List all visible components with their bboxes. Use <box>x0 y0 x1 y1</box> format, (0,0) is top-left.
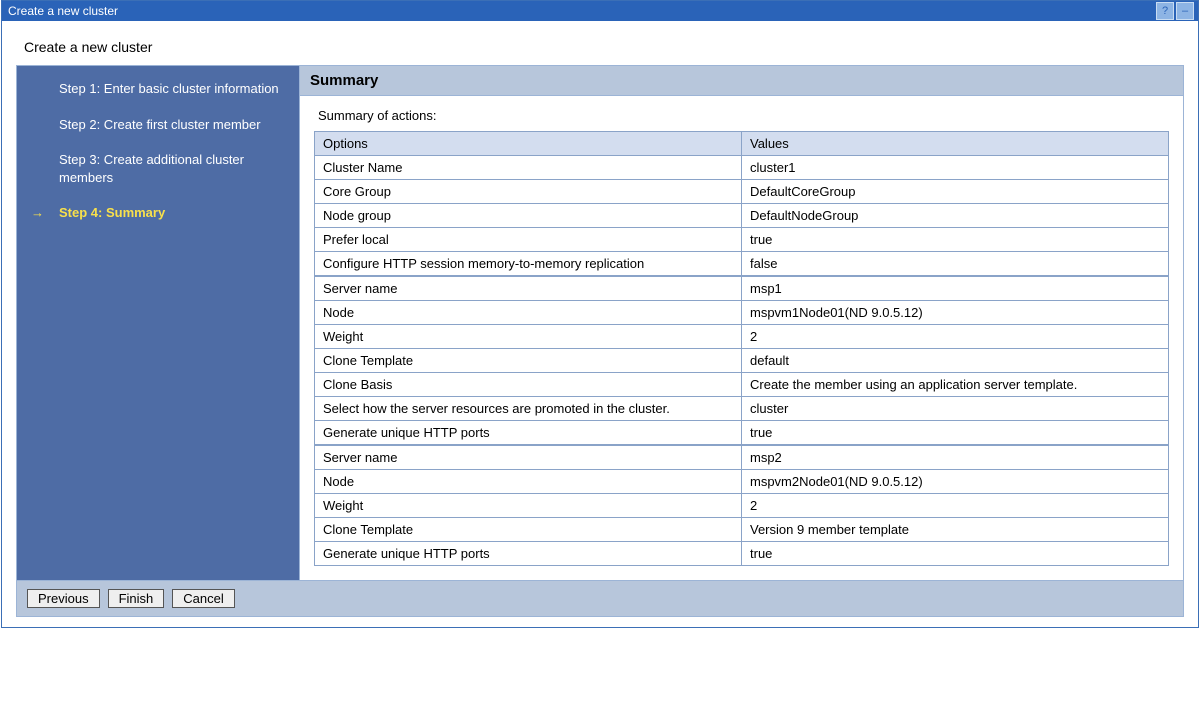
table-header-row: Options Values <box>315 132 1169 156</box>
wizard-steps-sidebar: Step 1: Enter basic cluster information S… <box>17 66 299 580</box>
cell-value: mspvm1Node01(ND 9.0.5.12) <box>742 301 1169 325</box>
cell-value: mspvm2Node01(ND 9.0.5.12) <box>742 470 1169 494</box>
table-row: Generate unique HTTP portstrue <box>315 421 1169 446</box>
wizard-step-label: Step 3: Create additional cluster member… <box>59 152 244 185</box>
cell-option: Weight <box>315 325 742 349</box>
table-row: Prefer localtrue <box>315 228 1169 252</box>
cell-option: Prefer local <box>315 228 742 252</box>
wizard-step-label: Step 4: Summary <box>59 205 165 220</box>
cancel-button[interactable]: Cancel <box>172 589 234 608</box>
cell-value: 2 <box>742 494 1169 518</box>
previous-button[interactable]: Previous <box>27 589 100 608</box>
table-row: Server namemsp1 <box>315 276 1169 301</box>
table-row: Nodemspvm1Node01(ND 9.0.5.12) <box>315 301 1169 325</box>
wizard-main-panel: Summary Summary of actions: Options Valu… <box>299 66 1183 580</box>
summary-subheading: Summary of actions: <box>318 108 1169 123</box>
cell-option: Generate unique HTTP ports <box>315 542 742 566</box>
cell-option: Clone Template <box>315 349 742 373</box>
title-bar-controls: ? – <box>1156 2 1194 20</box>
table-row: Clone BasisCreate the member using an ap… <box>315 373 1169 397</box>
cell-option: Select how the server resources are prom… <box>315 397 742 421</box>
cell-option: Clone Basis <box>315 373 742 397</box>
title-bar: Create a new cluster ? – <box>2 1 1198 21</box>
table-row: Cluster Namecluster1 <box>315 156 1169 180</box>
table-row: Clone Templatedefault <box>315 349 1169 373</box>
cell-value: msp1 <box>742 276 1169 301</box>
cell-option: Weight <box>315 494 742 518</box>
wizard-step-1[interactable]: Step 1: Enter basic cluster information <box>31 80 281 98</box>
window-frame: Create a new cluster ? – Create a new cl… <box>1 0 1199 628</box>
cell-value: msp2 <box>742 445 1169 470</box>
column-header-options: Options <box>315 132 742 156</box>
window-title: Create a new cluster <box>8 1 118 21</box>
table-row: Weight2 <box>315 494 1169 518</box>
cell-value: 2 <box>742 325 1169 349</box>
table-row: Select how the server resources are prom… <box>315 397 1169 421</box>
cell-option: Configure HTTP session memory-to-memory … <box>315 252 742 277</box>
cell-value: default <box>742 349 1169 373</box>
wizard-step-label: Step 1: Enter basic cluster information <box>59 81 279 96</box>
panel-body: Summary of actions: Options Values Clust… <box>300 96 1183 580</box>
wizard-step-4: → Step 4: Summary <box>31 204 281 222</box>
cell-option: Server name <box>315 276 742 301</box>
cell-value: cluster1 <box>742 156 1169 180</box>
wizard-step-2[interactable]: Step 2: Create first cluster member <box>31 116 281 134</box>
cell-option: Cluster Name <box>315 156 742 180</box>
current-step-arrow-icon: → <box>31 204 44 222</box>
cell-value: Version 9 member template <box>742 518 1169 542</box>
cell-value: true <box>742 542 1169 566</box>
wizard-button-bar: Previous Finish Cancel <box>17 580 1183 616</box>
cell-option: Server name <box>315 445 742 470</box>
cell-option: Core Group <box>315 180 742 204</box>
wizard-container: Step 1: Enter basic cluster information S… <box>16 65 1184 617</box>
column-header-values: Values <box>742 132 1169 156</box>
table-row: Node groupDefaultNodeGroup <box>315 204 1169 228</box>
help-icon: ? <box>1162 6 1168 17</box>
cell-option: Clone Template <box>315 518 742 542</box>
table-row: Configure HTTP session memory-to-memory … <box>315 252 1169 277</box>
table-row: Weight2 <box>315 325 1169 349</box>
cell-option: Node <box>315 470 742 494</box>
cell-value: false <box>742 252 1169 277</box>
cell-value: DefaultNodeGroup <box>742 204 1169 228</box>
table-row: Core GroupDefaultCoreGroup <box>315 180 1169 204</box>
wizard-layout: Step 1: Enter basic cluster information S… <box>17 66 1183 580</box>
finish-button[interactable]: Finish <box>108 589 165 608</box>
cell-value: Create the member using an application s… <box>742 373 1169 397</box>
cell-option: Node <box>315 301 742 325</box>
cell-value: cluster <box>742 397 1169 421</box>
minimize-button[interactable]: – <box>1176 2 1194 20</box>
summary-table: Options Values Cluster Namecluster1Core … <box>314 131 1169 566</box>
table-row: Clone TemplateVersion 9 member template <box>315 518 1169 542</box>
page-heading: Create a new cluster <box>24 39 1184 55</box>
window-body: Create a new cluster Step 1: Enter basic… <box>2 21 1198 627</box>
table-row: Generate unique HTTP portstrue <box>315 542 1169 566</box>
cell-value: true <box>742 228 1169 252</box>
cell-option: Generate unique HTTP ports <box>315 421 742 446</box>
cell-option: Node group <box>315 204 742 228</box>
help-button[interactable]: ? <box>1156 2 1174 20</box>
wizard-step-label: Step 2: Create first cluster member <box>59 117 261 132</box>
table-row: Server namemsp2 <box>315 445 1169 470</box>
cell-value: true <box>742 421 1169 446</box>
panel-title: Summary <box>300 66 1183 96</box>
table-row: Nodemspvm2Node01(ND 9.0.5.12) <box>315 470 1169 494</box>
minimize-icon: – <box>1182 6 1188 17</box>
wizard-step-3[interactable]: Step 3: Create additional cluster member… <box>31 151 281 186</box>
cell-value: DefaultCoreGroup <box>742 180 1169 204</box>
